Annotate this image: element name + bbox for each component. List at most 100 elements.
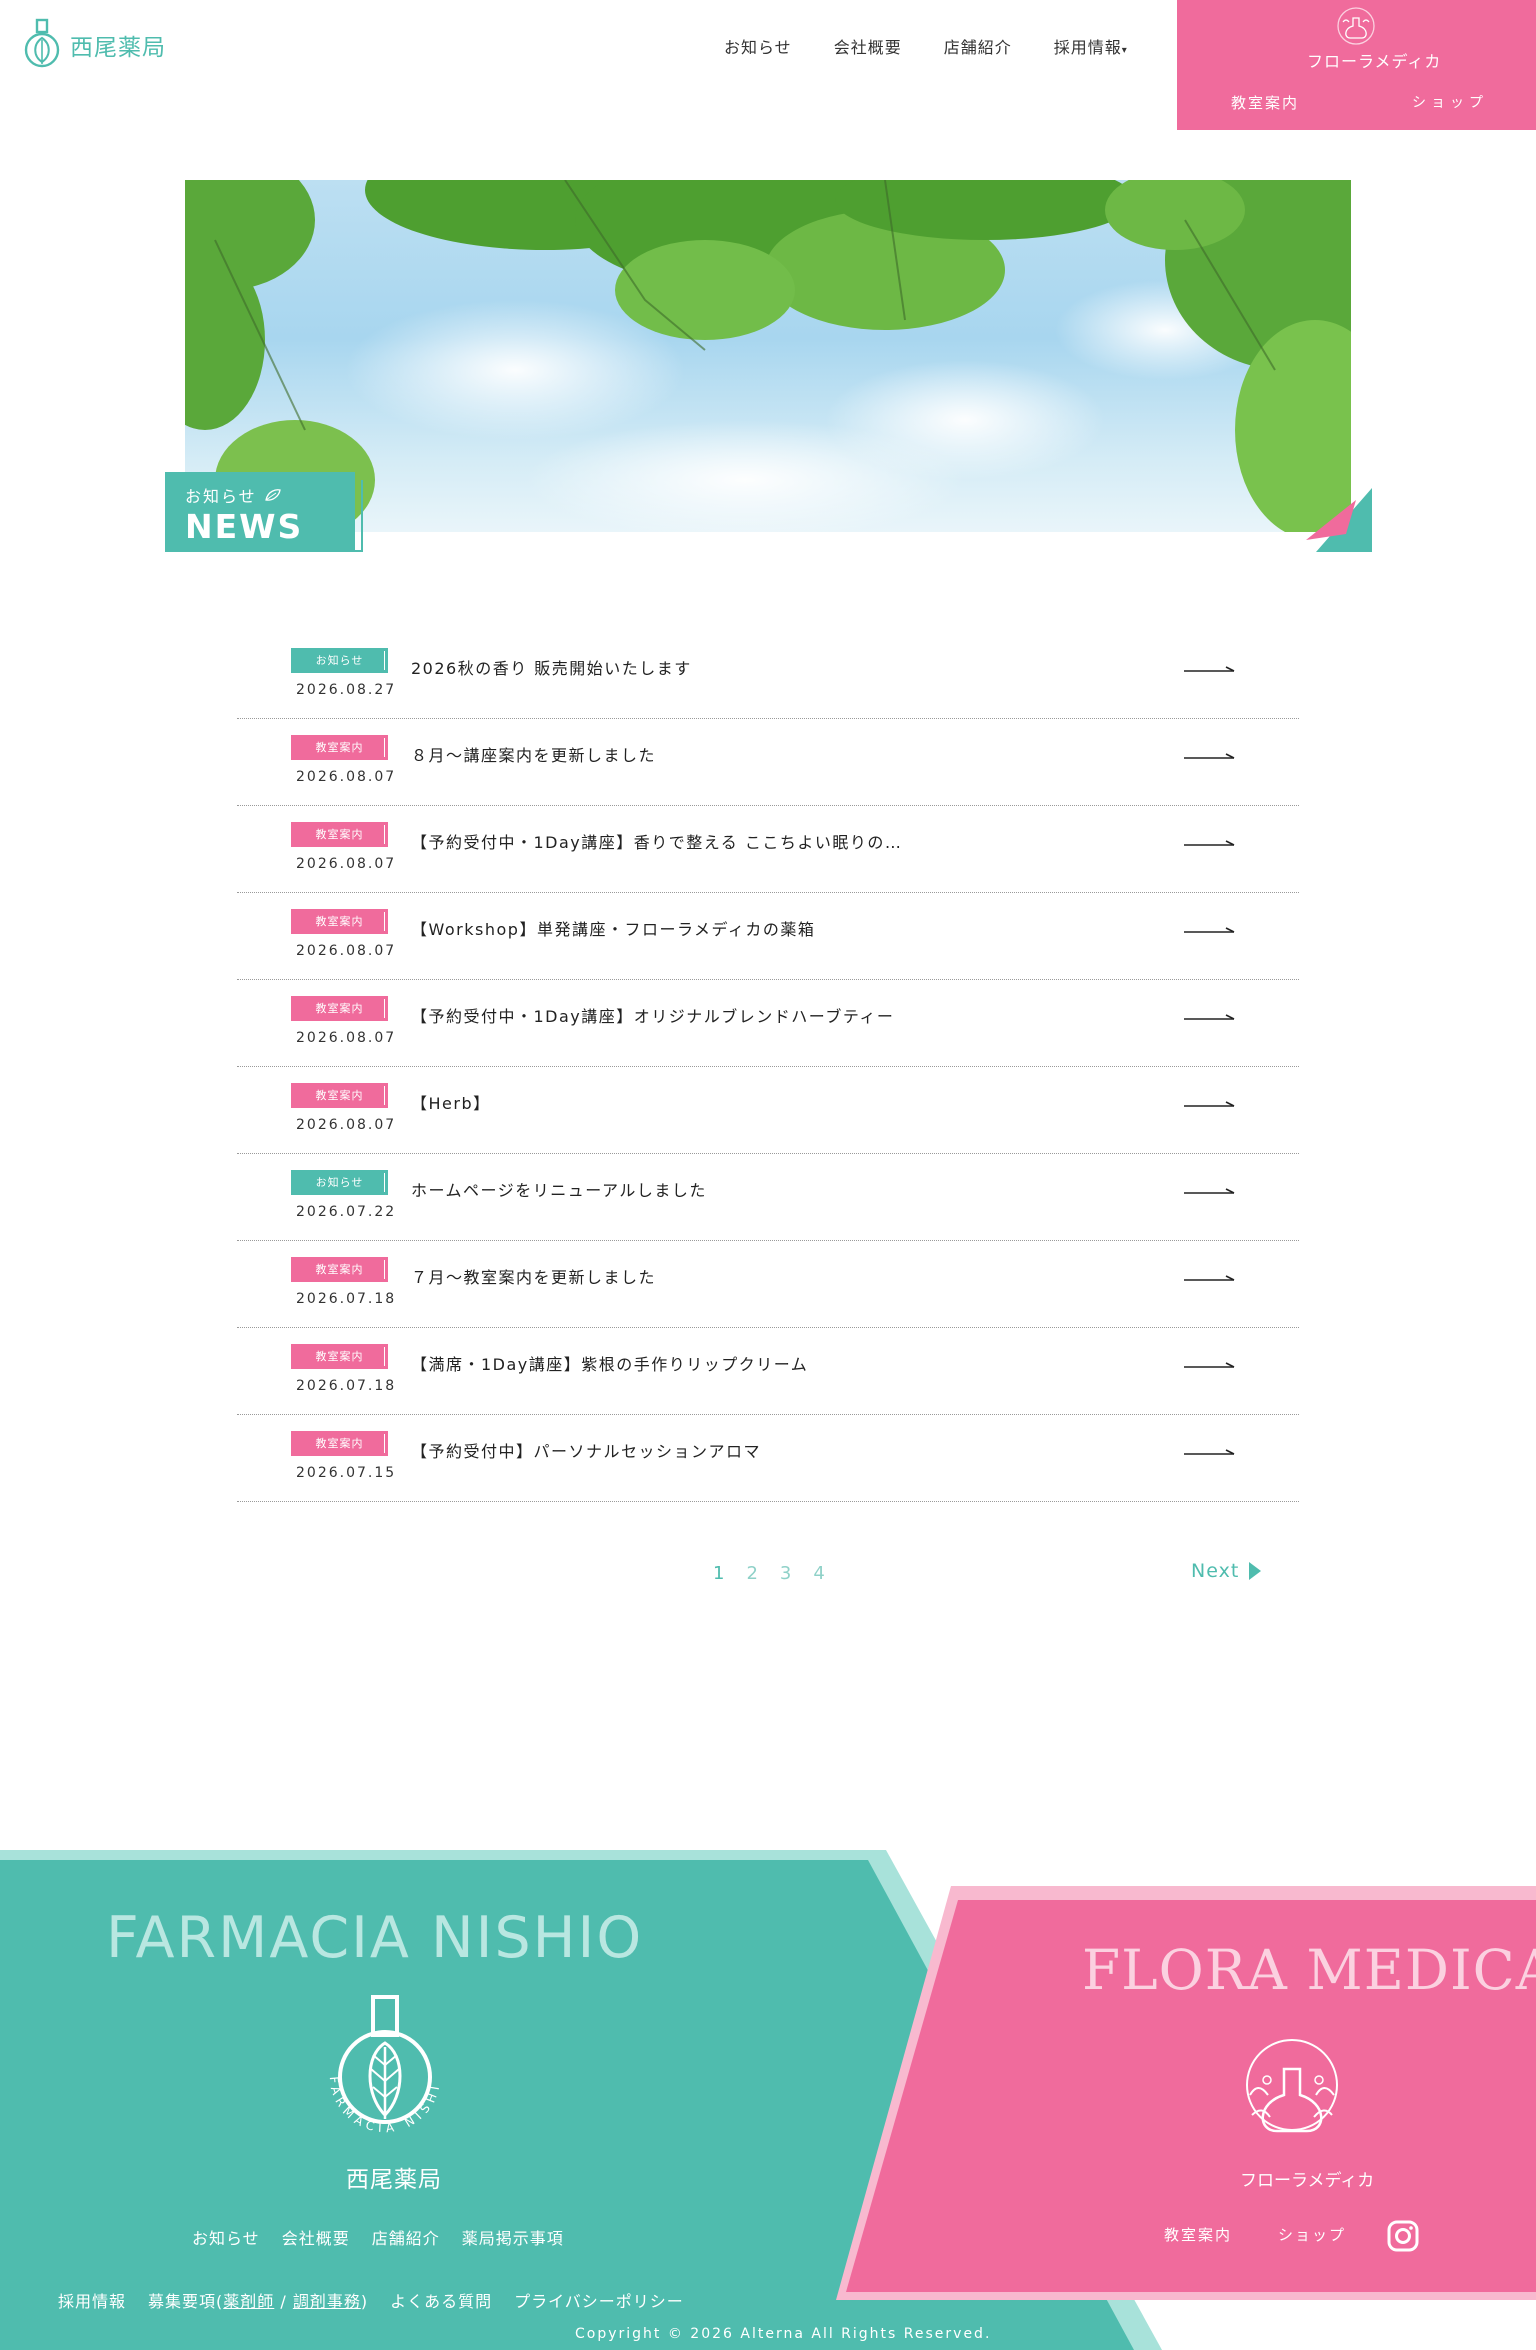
category-badge[interactable]: 教室案内: [291, 1257, 388, 1282]
category-badge[interactable]: 教室案内: [291, 1344, 388, 1369]
news-date: 2026.07.18: [296, 1378, 397, 1394]
next-page-button[interactable]: Next: [1191, 1560, 1262, 1582]
category-badge[interactable]: 教室案内: [291, 1083, 388, 1108]
category-badge[interactable]: 教室案内: [291, 735, 388, 760]
news-row[interactable]: 教室案内 2026.07.18 【満席・1Day講座】紫根の手作りリップクリーム: [237, 1328, 1299, 1415]
recruit-prefix: 募集要項(: [148, 2292, 224, 2311]
footer-nav-secondary: 採用情報 募集要項(薬剤師 / 調剤事務) よくある質問 プライバシーポリシー: [58, 2288, 684, 2312]
nav-news[interactable]: お知らせ: [724, 34, 792, 58]
logo-text: 西尾薬局: [70, 35, 166, 61]
news-title[interactable]: ８月～講座案内を更新しました: [411, 742, 656, 766]
arrow-right-icon[interactable]: [1184, 1186, 1236, 1196]
arrow-right-icon[interactable]: [1184, 1012, 1236, 1022]
arrow-right-icon[interactable]: [1184, 838, 1236, 848]
chevron-down-icon: ▾: [1121, 45, 1128, 56]
footer-link-clerk[interactable]: 調剤事務: [293, 2292, 361, 2311]
footer-flora-nav: 教室案内 ショップ: [1164, 2224, 1346, 2245]
news-title[interactable]: 【Workshop】単発講座・フローラメディカの薬箱: [411, 916, 815, 940]
footer-nav-primary: お知らせ 会社概要 店舗紹介 薬局掲示事項: [192, 2225, 564, 2249]
category-badge[interactable]: お知らせ: [291, 648, 388, 673]
flora-medica-logo-icon[interactable]: [1222, 2025, 1362, 2165]
arrow-right-icon[interactable]: [1184, 1447, 1236, 1457]
category-badge[interactable]: 教室案内: [291, 1431, 388, 1456]
farmacia-logo-icon[interactable]: FARMACIA NISHIO: [315, 1995, 455, 2160]
footer-flora-classes[interactable]: 教室案内: [1164, 2224, 1232, 2245]
pagination: 1 2 3 4: [713, 1563, 825, 1584]
flora-logo-text: フローラメディカ: [1240, 2171, 1375, 2191]
page-1[interactable]: 1: [713, 1563, 724, 1584]
page-2[interactable]: 2: [746, 1563, 757, 1584]
news-list: お知らせ 2026.08.27 2026秋の香り 販売開始いたします 教室案内 2026…: [237, 632, 1299, 1502]
footer-link-news[interactable]: お知らせ: [192, 2225, 260, 2249]
arrow-right-icon[interactable]: [1184, 1099, 1236, 1109]
news-date: 2026.08.07: [296, 943, 397, 959]
arrow-right-icon[interactable]: [1184, 925, 1236, 935]
next-label: Next: [1191, 1560, 1240, 1582]
footer-flora-shop[interactable]: ショップ: [1278, 2224, 1346, 2245]
arrow-right-icon[interactable]: [1184, 1360, 1236, 1370]
news-date: 2026.07.22: [296, 1204, 397, 1220]
news-row[interactable]: 教室案内 2026.07.15 【予約受付中】パーソナルセッションアロマ: [237, 1415, 1299, 1502]
category-badge[interactable]: お知らせ: [291, 1170, 388, 1195]
news-row[interactable]: 教室案内 2026.08.07 【予約受付中・1Day講座】香りで整える ここちよい…: [237, 806, 1299, 893]
news-row[interactable]: 教室案内 2026.08.07 【予約受付中・1Day講座】オリジナルブレンドハーブ…: [237, 980, 1299, 1067]
nav-recruit-label: 採用情報: [1053, 38, 1122, 57]
footer-link-recruit[interactable]: 採用情報: [58, 2288, 126, 2312]
news-date: 2026.08.07: [296, 769, 397, 785]
news-date: 2026.07.18: [296, 1291, 397, 1307]
instagram-icon[interactable]: [1387, 2220, 1419, 2252]
nav-company[interactable]: 会社概要: [834, 34, 902, 58]
news-title[interactable]: 【予約受付中】パーソナルセッションアロマ: [411, 1438, 761, 1462]
news-date: 2026.08.07: [296, 1117, 397, 1133]
flora-medica-header: フローラメディカ 教室案内 ショップ: [1177, 0, 1536, 130]
news-title[interactable]: 【満席・1Day講座】紫根の手作りリップクリーム: [411, 1351, 808, 1375]
flora-emblem-icon: [1337, 7, 1375, 45]
page-4[interactable]: 4: [813, 1563, 824, 1584]
news-title[interactable]: 【予約受付中・1Day講座】香りで整える ここちよい眠りの…: [411, 829, 902, 853]
arrow-right-icon[interactable]: [1184, 664, 1236, 674]
triangle-right-icon: [1249, 1562, 1262, 1580]
news-label-jp: お知らせ: [185, 483, 282, 507]
page-3[interactable]: 3: [780, 1563, 791, 1584]
news-row[interactable]: 教室案内 2026.08.07 【Workshop】単発講座・フローラメディカの薬箱: [237, 893, 1299, 980]
news-title[interactable]: ホームページをリニューアルしました: [411, 1177, 707, 1201]
recruit-sep: /: [274, 2292, 293, 2311]
flask-leaf-icon: [24, 18, 60, 68]
flora-brand[interactable]: フローラメディカ: [1307, 48, 1441, 72]
site-logo[interactable]: 西尾薬局: [20, 18, 166, 72]
flora-link-classes[interactable]: 教室案内: [1231, 92, 1299, 113]
nav-stores[interactable]: 店舗紹介: [944, 34, 1012, 58]
news-title[interactable]: ７月～教室案内を更新しました: [411, 1264, 656, 1288]
news-label-en: NEWS: [185, 507, 304, 546]
main-nav: お知らせ 会社概要 店舗紹介 採用情報▾: [724, 34, 1128, 58]
footer-link-faq[interactable]: よくある質問: [390, 2288, 492, 2312]
news-row[interactable]: 教室案内 2026.08.07 ８月～講座案内を更新しました: [237, 719, 1299, 806]
arrow-right-icon[interactable]: [1184, 1273, 1236, 1283]
farmacia-logo-text: 西尾薬局: [346, 2167, 442, 2193]
news-title[interactable]: 2026秋の香り 販売開始いたします: [411, 655, 692, 679]
copyright: Copyright © 2026 Alterna All Rights Rese…: [575, 2326, 992, 2342]
footer-link-pharmacist[interactable]: 薬剤師: [223, 2292, 274, 2311]
news-row[interactable]: 教室案内 2026.08.07 【Herb】: [237, 1067, 1299, 1154]
news-row[interactable]: 教室案内 2026.07.18 ７月～教室案内を更新しました: [237, 1241, 1299, 1328]
footer-link-privacy[interactable]: プライバシーポリシー: [514, 2288, 684, 2312]
footer-link-company[interactable]: 会社概要: [282, 2225, 350, 2249]
nav-recruit[interactable]: 採用情報▾: [1054, 34, 1128, 58]
flora-link-shop[interactable]: ショップ: [1412, 92, 1488, 112]
news-date: 2026.08.27: [296, 682, 397, 698]
news-title[interactable]: 【予約受付中・1Day講座】オリジナルブレンドハーブティー: [411, 1003, 894, 1027]
news-title[interactable]: 【Herb】: [411, 1090, 491, 1114]
footer-link-stores[interactable]: 店舗紹介: [372, 2225, 440, 2249]
news-date: 2026.08.07: [296, 856, 397, 872]
category-badge[interactable]: 教室案内: [291, 909, 388, 934]
news-row[interactable]: お知らせ 2026.08.27 2026秋の香り 販売開始いたします: [237, 632, 1299, 719]
news-label-jp-text: お知らせ: [185, 487, 257, 506]
corner-decoration: [1306, 488, 1372, 552]
footer-link-notices[interactable]: 薬局掲示事項: [462, 2225, 564, 2249]
arrow-right-icon[interactable]: [1184, 751, 1236, 761]
category-badge[interactable]: 教室案内: [291, 822, 388, 847]
news-row[interactable]: お知らせ 2026.07.22 ホームページをリニューアルしました: [237, 1154, 1299, 1241]
footer-recruit-details: 募集要項(薬剤師 / 調剤事務): [148, 2288, 368, 2312]
leaf-icon: [264, 489, 281, 501]
category-badge[interactable]: 教室案内: [291, 996, 388, 1021]
